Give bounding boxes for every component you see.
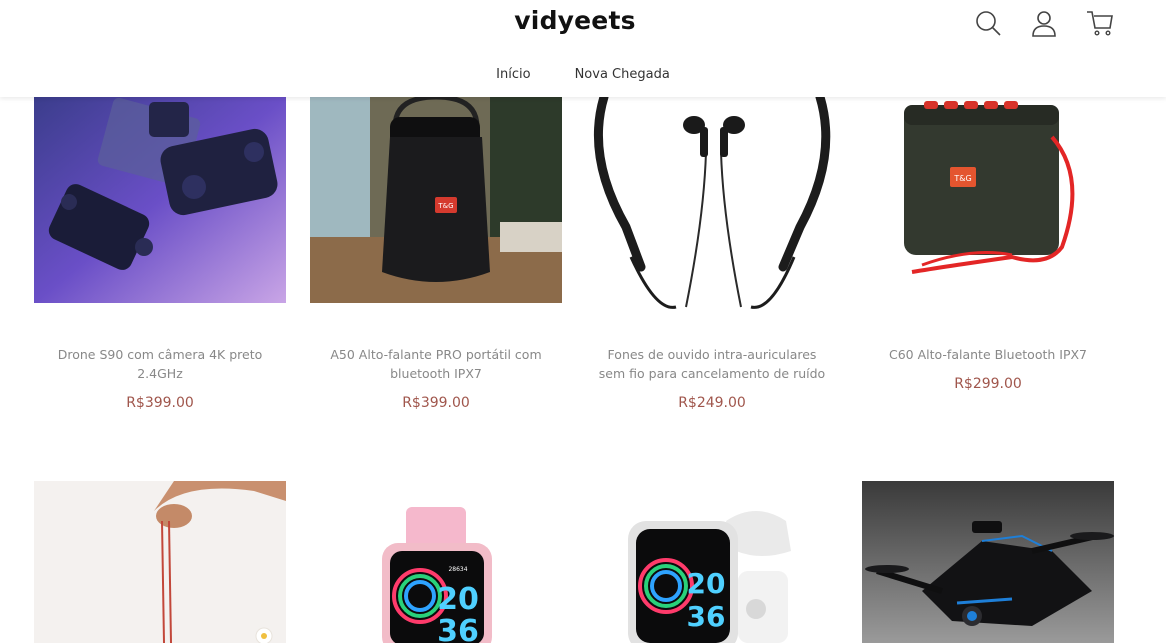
main-nav: Início Nova Chegada: [0, 67, 1166, 82]
product-title[interactable]: Fones de ouvido intra-auriculares sem fi…: [596, 345, 828, 383]
nav-home[interactable]: Início: [496, 67, 530, 82]
svg-text:T&G: T&G: [953, 174, 971, 183]
product-price: R$249.00: [678, 395, 746, 411]
product-price: R$399.00: [402, 395, 470, 411]
product-image-black-speaker[interactable]: T&G: [310, 97, 562, 303]
product-card[interactable]: 20 36 28634: [310, 481, 562, 643]
svg-text:36: 36: [687, 600, 726, 633]
product-price: R$399.00: [126, 395, 194, 411]
product-image-green-speaker[interactable]: T&G: [862, 97, 1114, 303]
product-image-black-drone[interactable]: [862, 481, 1114, 643]
site-header: vidyeets Início Nova Chegada: [0, 0, 1166, 97]
product-card[interactable]: [862, 481, 1114, 643]
svg-text:28634: 28634: [448, 566, 467, 573]
cart-icon[interactable]: [1084, 8, 1116, 38]
product-title[interactable]: A50 Alto-falante PRO portátil com blueto…: [320, 345, 552, 383]
product-title[interactable]: Drone S90 com câmera 4K preto 2.4GHz: [44, 345, 276, 383]
search-icon[interactable]: [972, 8, 1004, 38]
product-price: R$299.00: [954, 376, 1022, 392]
svg-text:20: 20: [437, 582, 479, 617]
product-image-pink-smartwatch[interactable]: 20 36 28634: [310, 481, 562, 643]
product-card[interactable]: Fones de ouvido intra-auriculares sem fi…: [586, 97, 838, 411]
product-image-white-smartwatch[interactable]: 20 36: [586, 481, 838, 643]
header-icons: [972, 8, 1116, 38]
product-image-earphones[interactable]: [586, 97, 838, 327]
product-title[interactable]: C60 Alto-falante Bluetooth IPX7: [872, 345, 1104, 364]
svg-text:20: 20: [687, 567, 726, 600]
product-image-drone[interactable]: [34, 97, 286, 303]
svg-text:T&G: T&G: [437, 202, 453, 210]
svg-text:36: 36: [437, 614, 479, 643]
product-card[interactable]: [34, 481, 286, 643]
product-card[interactable]: T&G A50 Alto-falante PRO portátil com bl…: [310, 97, 562, 411]
product-card[interactable]: 20 36: [586, 481, 838, 643]
product-card[interactable]: Drone S90 com câmera 4K preto 2.4GHz R$3…: [34, 97, 286, 411]
product-image-lanyard[interactable]: [34, 481, 286, 643]
user-icon[interactable]: [1028, 8, 1060, 38]
nav-new-arrivals[interactable]: Nova Chegada: [575, 67, 670, 82]
product-card[interactable]: T&G C60 Alto-falante Bluetooth IPX7 R$29…: [862, 97, 1114, 392]
